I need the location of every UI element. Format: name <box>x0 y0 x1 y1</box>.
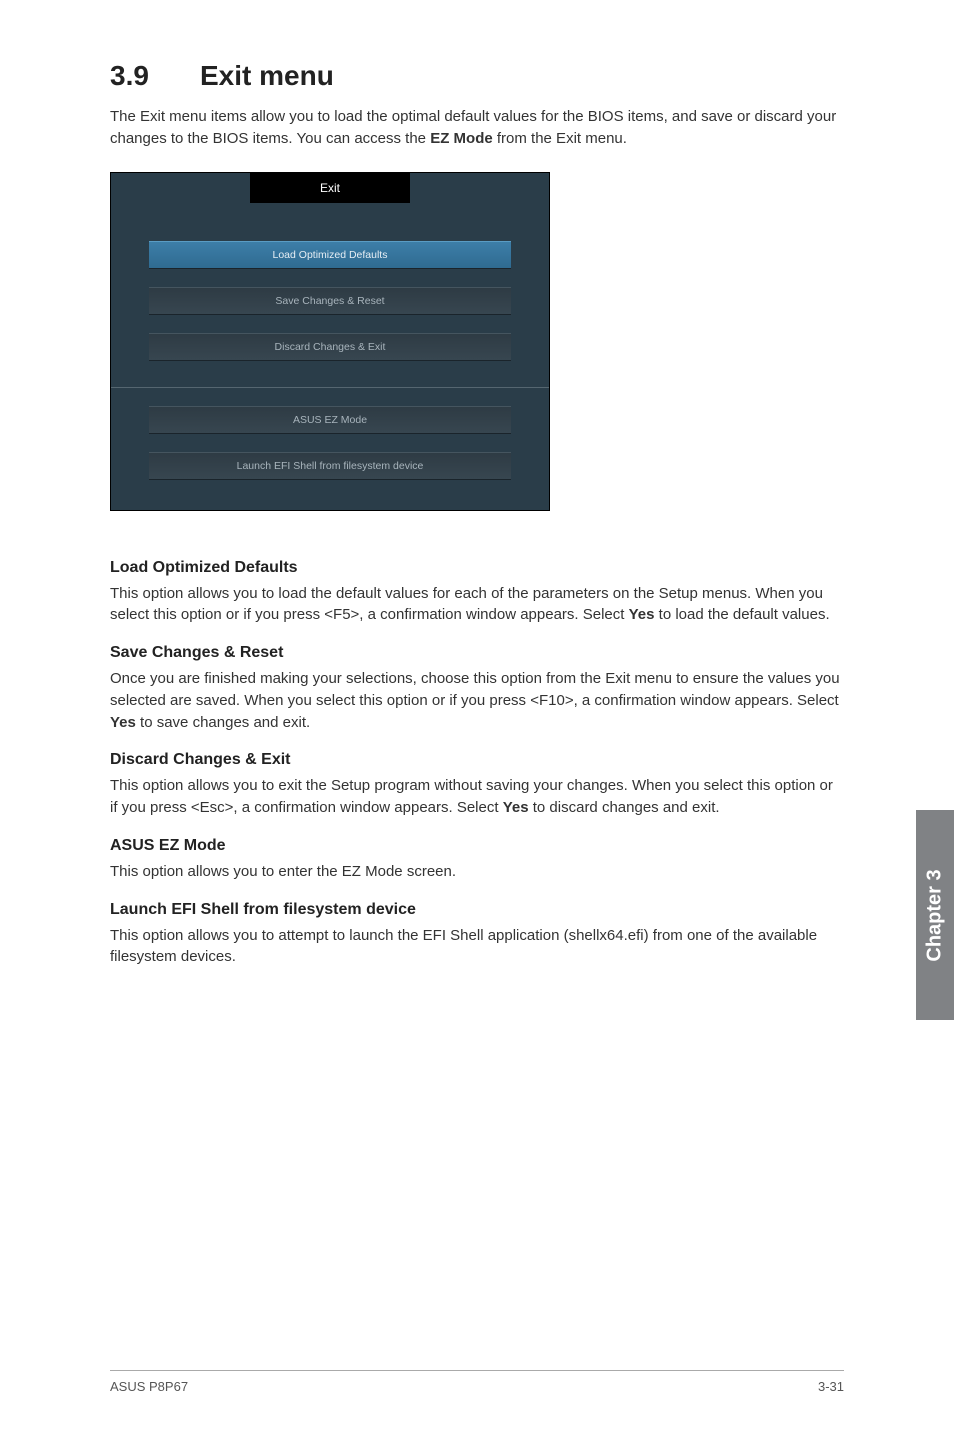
footer-right: 3-31 <box>818 1379 844 1394</box>
chapter-side-tab-label: Chapter 3 <box>924 869 947 961</box>
heading-load-defaults: Load Optimized Defaults <box>110 559 844 577</box>
intro-bold: EZ Mode <box>430 130 493 147</box>
bios-btn-discard-changes-exit[interactable]: Discard Changes & Exit <box>149 333 511 361</box>
para-discard-exit: This option allows you to exit the Setup… <box>110 775 844 819</box>
para-ez-mode: This option allows you to enter the EZ M… <box>110 861 844 883</box>
bios-body: Load Optimized Defaults Save Changes & R… <box>111 203 549 510</box>
text: This option allows you to exit the Setup… <box>110 777 833 816</box>
text: Once you are finished making your select… <box>110 670 840 709</box>
para-load-defaults: This option allows you to load the defau… <box>110 583 844 627</box>
bios-btn-load-optimized-defaults[interactable]: Load Optimized Defaults <box>149 241 511 269</box>
bios-screenshot: Exit Load Optimized Defaults Save Change… <box>110 172 550 511</box>
bios-tab-exit[interactable]: Exit <box>250 173 410 203</box>
heading-launch-efi: Launch EFI Shell from filesystem device <box>110 901 844 919</box>
page-title: 3.9Exit menu <box>110 60 844 92</box>
text: to save changes and exit. <box>136 714 310 731</box>
heading-discard-exit: Discard Changes & Exit <box>110 751 844 769</box>
text-bold: Yes <box>110 714 136 731</box>
footer-left: ASUS P8P67 <box>110 1379 188 1394</box>
section-title-text: Exit menu <box>200 60 334 91</box>
para-launch-efi: This option allows you to attempt to lau… <box>110 925 844 969</box>
chapter-side-tab: Chapter 3 <box>916 810 954 1020</box>
text-bold: Yes <box>503 799 529 816</box>
page-footer: ASUS P8P67 3-31 <box>110 1370 844 1394</box>
bios-btn-asus-ez-mode[interactable]: ASUS EZ Mode <box>149 406 511 434</box>
heading-save-reset: Save Changes & Reset <box>110 644 844 662</box>
bios-btn-save-changes-reset[interactable]: Save Changes & Reset <box>149 287 511 315</box>
text: to discard changes and exit. <box>529 799 720 816</box>
intro-text-2: from the Exit menu. <box>493 130 627 147</box>
para-save-reset: Once you are finished making your select… <box>110 668 844 733</box>
intro-paragraph: The Exit menu items allow you to load th… <box>110 106 844 150</box>
bios-separator <box>111 387 549 388</box>
heading-ez-mode: ASUS EZ Mode <box>110 837 844 855</box>
bios-btn-launch-efi-shell[interactable]: Launch EFI Shell from filesystem device <box>149 452 511 480</box>
section-number: 3.9 <box>110 60 200 92</box>
text: to load the default values. <box>654 606 829 623</box>
text-bold: Yes <box>629 606 655 623</box>
